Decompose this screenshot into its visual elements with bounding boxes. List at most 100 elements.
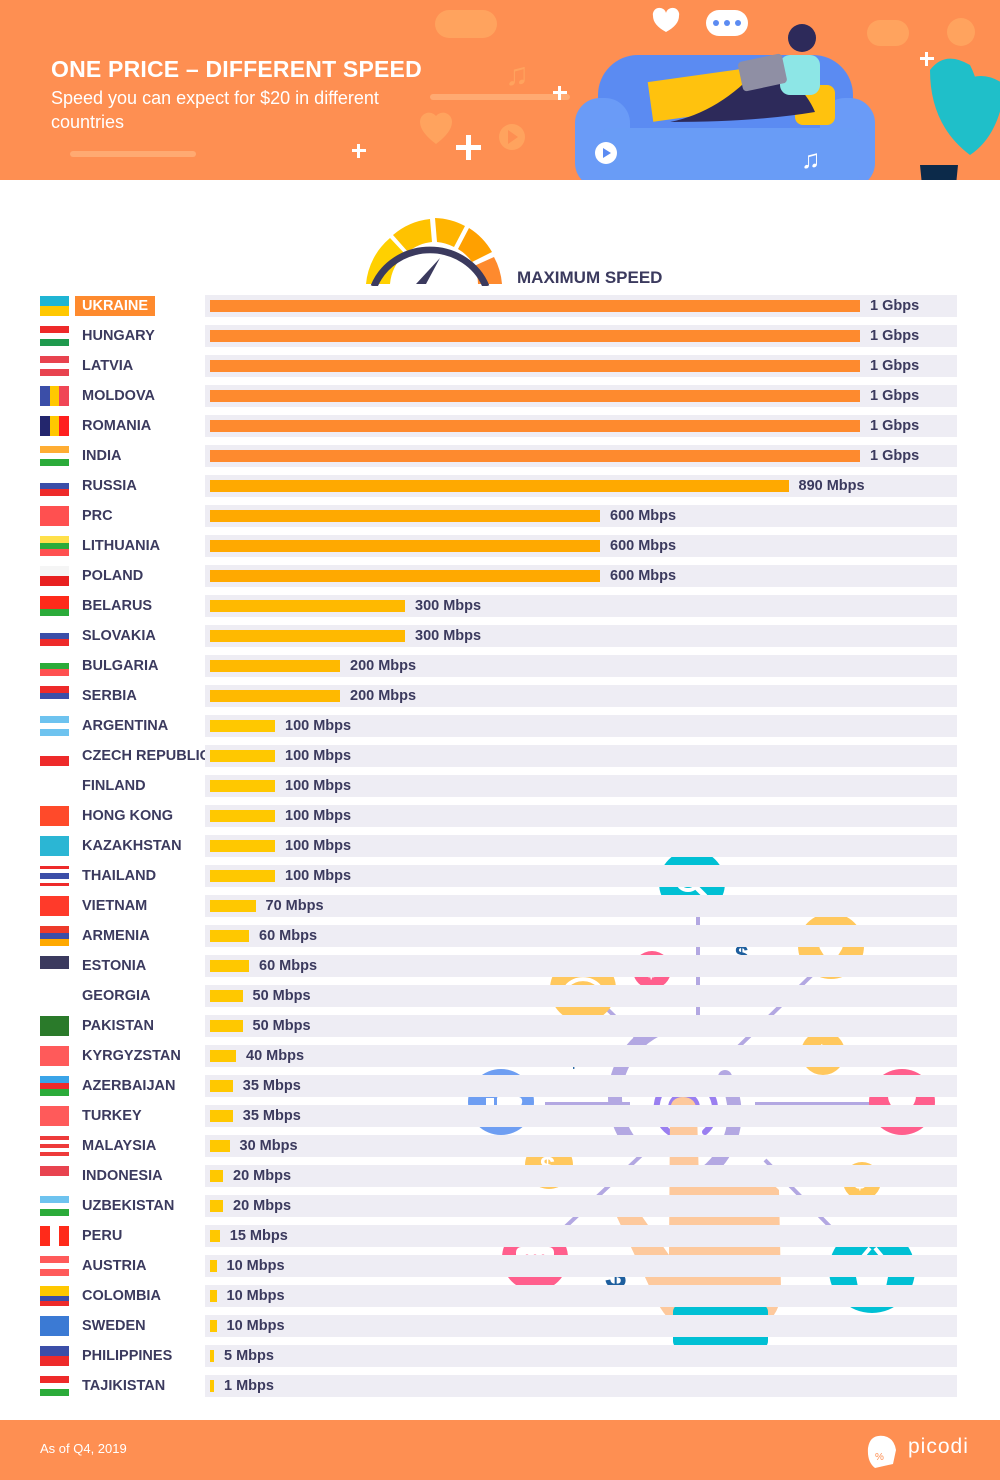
table-row: ROMANIA 1 Gbps <box>0 415 1000 445</box>
chat-bubble-icon <box>435 10 497 38</box>
table-row: THAILAND 100 Mbps <box>0 865 1000 895</box>
speed-bar <box>210 570 600 582</box>
country-label: GEORGIA <box>82 988 151 1004</box>
speed-bar <box>210 810 275 822</box>
table-row: ARMENIA 60 Mbps <box>0 925 1000 955</box>
speed-bar <box>210 1320 217 1332</box>
flag-icon <box>40 956 69 976</box>
speed-bar <box>210 1230 220 1242</box>
flag-icon <box>40 1226 69 1246</box>
flag-icon <box>40 566 69 586</box>
brand-name: picodi <box>908 1435 969 1458</box>
flag-icon <box>40 806 69 826</box>
speed-bar <box>210 1170 223 1182</box>
table-row: GEORGIA 50 Mbps <box>0 985 1000 1015</box>
value-label: 50 Mbps <box>252 988 311 1004</box>
footer: As of Q4, 2019 % picodi <box>0 1420 1000 1480</box>
country-label: UZBEKISTAN <box>82 1198 175 1214</box>
flag-icon <box>40 476 69 496</box>
heart-icon <box>419 112 453 144</box>
value-label: 10 Mbps <box>226 1258 285 1274</box>
value-label: 1 Gbps <box>870 328 920 344</box>
play-icon <box>947 18 975 46</box>
country-label: INDONESIA <box>82 1168 163 1184</box>
table-row: TURKEY 35 Mbps <box>0 1105 1000 1135</box>
country-label: SLOVAKIA <box>82 628 156 644</box>
bar-track <box>205 955 957 977</box>
flag-icon <box>40 656 69 676</box>
value-label: 10 Mbps <box>226 1288 285 1304</box>
country-label: AUSTRIA <box>82 1258 147 1274</box>
table-row: VIETNAM 70 Mbps <box>0 895 1000 925</box>
country-label: BULGARIA <box>82 658 159 674</box>
speed-bar <box>210 960 249 972</box>
speed-bar <box>210 1290 217 1302</box>
bar-track <box>205 1105 957 1127</box>
flag-icon <box>40 1166 69 1186</box>
speed-bar <box>210 330 860 342</box>
value-label: 20 Mbps <box>233 1198 292 1214</box>
country-label: PHILIPPINES <box>82 1348 173 1364</box>
value-label: 10 Mbps <box>226 1318 285 1334</box>
country-label: SWEDEN <box>82 1318 146 1334</box>
table-row: INDIA 1 Gbps <box>0 445 1000 475</box>
value-label: 100 Mbps <box>285 838 352 854</box>
value-label: 890 Mbps <box>798 478 865 494</box>
value-label: 35 Mbps <box>242 1078 301 1094</box>
country-label: SERBIA <box>82 688 137 704</box>
table-row: MOLDOVA 1 Gbps <box>0 385 1000 415</box>
flag-icon <box>40 1076 69 1096</box>
table-row: POLAND 600 Mbps <box>0 565 1000 595</box>
speed-bar <box>210 480 789 492</box>
table-row: AUSTRIA 10 Mbps <box>0 1255 1000 1285</box>
chat-bubble-icon <box>867 20 909 46</box>
country-label: PRC <box>82 508 113 524</box>
country-label: TAJIKISTAN <box>82 1378 166 1394</box>
value-label: 20 Mbps <box>233 1168 292 1184</box>
value-label: 1 Gbps <box>870 358 920 374</box>
country-label: FINLAND <box>82 778 146 794</box>
speed-bar <box>210 1050 236 1062</box>
country-label: THAILAND <box>82 868 157 884</box>
country-label: PAKISTAN <box>82 1018 154 1034</box>
value-label: 1 Gbps <box>870 448 920 464</box>
table-row: HUNGARY 1 Gbps <box>0 325 1000 355</box>
country-label: AZERBAIJAN <box>82 1078 176 1094</box>
country-label: KAZAKHSTAN <box>82 838 182 854</box>
table-row: ARGENTINA 100 Mbps <box>0 715 1000 745</box>
speed-bar <box>210 720 275 732</box>
table-row: ESTONIA 60 Mbps <box>0 955 1000 985</box>
country-label: ROMANIA <box>82 418 152 434</box>
bar-track <box>205 1165 957 1187</box>
speedometer-icon <box>366 218 502 288</box>
table-row: FINLAND 100 Mbps <box>0 775 1000 805</box>
table-row: BULGARIA 200 Mbps <box>0 655 1000 685</box>
table-row: MALAYSIA 30 Mbps <box>0 1135 1000 1165</box>
table-row: PERU 15 Mbps <box>0 1225 1000 1255</box>
value-label: 100 Mbps <box>285 718 352 734</box>
country-label: PERU <box>82 1228 123 1244</box>
country-label: ARGENTINA <box>82 718 169 734</box>
header-illustration: ♫ ♫ <box>352 7 1000 180</box>
value-label: 600 Mbps <box>610 538 677 554</box>
value-label: 300 Mbps <box>415 628 482 644</box>
flag-icon <box>40 716 69 736</box>
speed-bar <box>210 840 275 852</box>
value-label: 50 Mbps <box>252 1018 311 1034</box>
bar-track <box>205 1225 957 1247</box>
country-label: MOLDOVA <box>82 388 156 404</box>
country-label: MALAYSIA <box>82 1138 157 1154</box>
speed-bar <box>210 690 340 702</box>
value-label: 1 Gbps <box>870 418 920 434</box>
speed-bar <box>210 1080 233 1092</box>
flag-icon <box>40 596 69 616</box>
country-label: KYRGYZSTAN <box>82 1048 181 1064</box>
header-banner: ONE PRICE – DIFFERENT SPEED Speed you ca… <box>0 0 1000 180</box>
table-row: SLOVAKIA 300 Mbps <box>0 625 1000 655</box>
value-label: 1 Gbps <box>870 298 920 314</box>
value-label: 70 Mbps <box>265 898 324 914</box>
value-label: 100 Mbps <box>285 808 352 824</box>
flag-icon <box>40 896 69 916</box>
value-label: 60 Mbps <box>259 928 318 944</box>
country-label: COLOMBIA <box>82 1288 161 1304</box>
